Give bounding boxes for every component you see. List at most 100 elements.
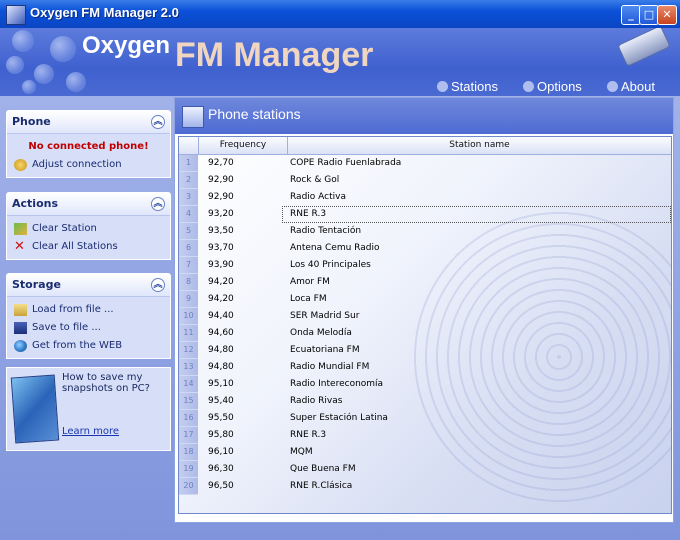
table-row[interactable]: 20 96,50 RNE R.Clásica — [179, 478, 671, 495]
phone-status: No connected phone! — [28, 141, 149, 152]
frequency-cell[interactable]: 93,70 — [208, 240, 234, 257]
clear-station-link[interactable]: Clear Station — [7, 220, 170, 238]
table-row[interactable]: 6 93,70 Antena Cemu Radio — [179, 240, 671, 257]
frequency-cell[interactable]: 96,50 — [208, 478, 234, 495]
stations-panel-header: Phone stations — [175, 98, 673, 134]
frequency-cell[interactable]: 94,60 — [208, 325, 234, 342]
station-name-cell[interactable]: COPE Radio Fuenlabrada — [290, 155, 401, 172]
bubble-decoration — [6, 56, 24, 74]
station-name-cell[interactable]: Que Buena FM — [290, 461, 356, 478]
window-title: Oxygen FM Manager 2.0 — [30, 5, 179, 20]
station-name-cell[interactable]: Rock & Gol — [290, 172, 339, 189]
collapse-chevron-icon[interactable]: ︽ — [151, 278, 165, 292]
table-row[interactable]: 3 92,90 Radio Activa — [179, 189, 671, 206]
table-row[interactable]: 4 93,20 RNE R.3 — [179, 206, 671, 223]
frequency-cell[interactable]: 92,90 — [208, 189, 234, 206]
station-name-cell[interactable]: SER Madrid Sur — [290, 308, 359, 325]
station-name-cell[interactable]: Radio Tentación — [290, 223, 361, 240]
clear-station-label: Clear Station — [32, 223, 97, 234]
station-name-cell[interactable]: Super Estación Latina — [290, 410, 388, 427]
table-row[interactable]: 12 94,80 Ecuatoriana FM — [179, 342, 671, 359]
frequency-cell[interactable]: 95,40 — [208, 393, 234, 410]
station-name-cell[interactable]: Onda Melodía — [290, 325, 352, 342]
menu-stations[interactable]: Stations — [437, 79, 498, 94]
frequency-cell[interactable]: 94,20 — [208, 291, 234, 308]
station-name-cell[interactable]: Amor FM — [290, 274, 330, 291]
station-name-cell[interactable]: Radio Mundial FM — [290, 359, 369, 376]
save-disk-icon — [14, 322, 27, 334]
table-row[interactable]: 10 94,40 SER Madrid Sur — [179, 308, 671, 325]
station-name-cell[interactable]: Radio Rivas — [290, 393, 342, 410]
collapse-chevron-icon[interactable]: ︽ — [151, 197, 165, 211]
actions-panel-title: Actions — [12, 197, 58, 210]
station-name-cell[interactable]: Ecuatoriana FM — [290, 342, 360, 359]
station-name-cell[interactable]: Los 40 Principales — [290, 257, 371, 274]
table-row[interactable]: 15 95,40 Radio Rivas — [179, 393, 671, 410]
station-name-cell[interactable]: RNE R.3 — [290, 427, 326, 444]
maximize-button[interactable]: □ — [639, 5, 659, 25]
save-to-file-link[interactable]: Save to file ... — [7, 319, 170, 337]
table-row[interactable]: 19 96,30 Que Buena FM — [179, 461, 671, 478]
stations-grid[interactable]: Frequency Station name 1 92,70 COPE Radio … — [178, 136, 672, 514]
menu-about[interactable]: About — [607, 79, 655, 94]
table-row[interactable]: 2 92,90 Rock & Gol — [179, 172, 671, 189]
clear-all-stations-label: Clear All Stations — [32, 241, 118, 252]
frequency-cell[interactable]: 94,80 — [208, 342, 234, 359]
frequency-column-header[interactable]: Frequency — [199, 137, 288, 155]
station-name-cell[interactable]: Radio Intereconomía — [290, 376, 383, 393]
phone-illustration — [617, 28, 671, 68]
station-name-column-header[interactable]: Station name — [288, 137, 671, 155]
logo-fm-manager: FM Manager — [175, 36, 374, 74]
frequency-cell[interactable]: 92,90 — [208, 172, 234, 189]
frequency-cell[interactable]: 94,20 — [208, 274, 234, 291]
frequency-cell[interactable]: 96,30 — [208, 461, 234, 478]
station-name-cell[interactable]: Radio Activa — [290, 189, 346, 206]
collapse-chevron-icon[interactable]: ︽ — [151, 115, 165, 129]
close-button[interactable]: ✕ — [657, 5, 677, 25]
minimize-button[interactable]: _ — [621, 5, 641, 25]
actions-panel-header[interactable]: Actions ︽ — [7, 193, 170, 216]
bubble-decoration — [12, 30, 34, 52]
table-row[interactable]: 13 94,80 Radio Mundial FM — [179, 359, 671, 376]
table-row[interactable]: 9 94,20 Loca FM — [179, 291, 671, 308]
row-number: 20 — [179, 478, 198, 495]
frequency-cell[interactable]: 95,50 — [208, 410, 234, 427]
table-row[interactable]: 1 92,70 COPE Radio Fuenlabrada — [179, 155, 671, 172]
frequency-cell[interactable]: 94,80 — [208, 359, 234, 376]
frequency-cell[interactable]: 93,50 — [208, 223, 234, 240]
frequency-cell[interactable]: 93,20 — [208, 206, 234, 223]
station-name-cell[interactable]: Loca FM — [290, 291, 327, 308]
table-row[interactable]: 14 95,10 Radio Intereconomía — [179, 376, 671, 393]
get-from-web-link[interactable]: Get from the WEB — [7, 337, 170, 355]
table-row[interactable]: 11 94,60 Onda Melodía — [179, 325, 671, 342]
clear-all-stations-link[interactable]: ✕ Clear All Stations — [7, 238, 170, 256]
station-name-cell[interactable]: Antena Cemu Radio — [290, 240, 379, 257]
table-row[interactable]: 16 95,50 Super Estación Latina — [179, 410, 671, 427]
phone-panel-header[interactable]: Phone ︽ — [7, 111, 170, 134]
frequency-cell[interactable]: 93,90 — [208, 257, 234, 274]
table-row[interactable]: 5 93,50 Radio Tentación — [179, 223, 671, 240]
menu-options[interactable]: Options — [523, 79, 582, 94]
table-row[interactable]: 18 96,10 MQM — [179, 444, 671, 461]
app-icon — [6, 5, 26, 25]
frequency-cell[interactable]: 92,70 — [208, 155, 234, 172]
frequency-cell[interactable]: 95,10 — [208, 376, 234, 393]
load-from-file-link[interactable]: Load from file ... — [7, 301, 170, 319]
frequency-cell[interactable]: 94,40 — [208, 308, 234, 325]
station-name-cell[interactable]: RNE R.Clásica — [290, 478, 352, 495]
station-name-cell[interactable]: MQM — [290, 444, 313, 461]
table-row[interactable]: 8 94,20 Amor FM — [179, 274, 671, 291]
table-row[interactable]: 7 93,90 Los 40 Principales — [179, 257, 671, 274]
adjust-connection-label: Adjust connection — [32, 159, 122, 170]
frequency-cell[interactable]: 95,80 — [208, 427, 234, 444]
frequency-cell[interactable]: 96,10 — [208, 444, 234, 461]
get-from-web-label: Get from the WEB — [32, 340, 123, 351]
title-bar[interactable]: Oxygen FM Manager 2.0 _ □ ✕ — [0, 0, 680, 28]
stations-panel-title: Phone stations — [208, 106, 301, 122]
phone-panel: Phone ︽ No connected phone! Adjust conne… — [6, 110, 171, 178]
learn-more-link[interactable]: Learn more — [62, 426, 119, 437]
adjust-connection-link[interactable]: Adjust connection — [7, 156, 170, 174]
storage-panel-header[interactable]: Storage ︽ — [7, 274, 170, 297]
station-name-cell[interactable]: RNE R.3 — [290, 206, 326, 223]
table-row[interactable]: 17 95,80 RNE R.3 — [179, 427, 671, 444]
